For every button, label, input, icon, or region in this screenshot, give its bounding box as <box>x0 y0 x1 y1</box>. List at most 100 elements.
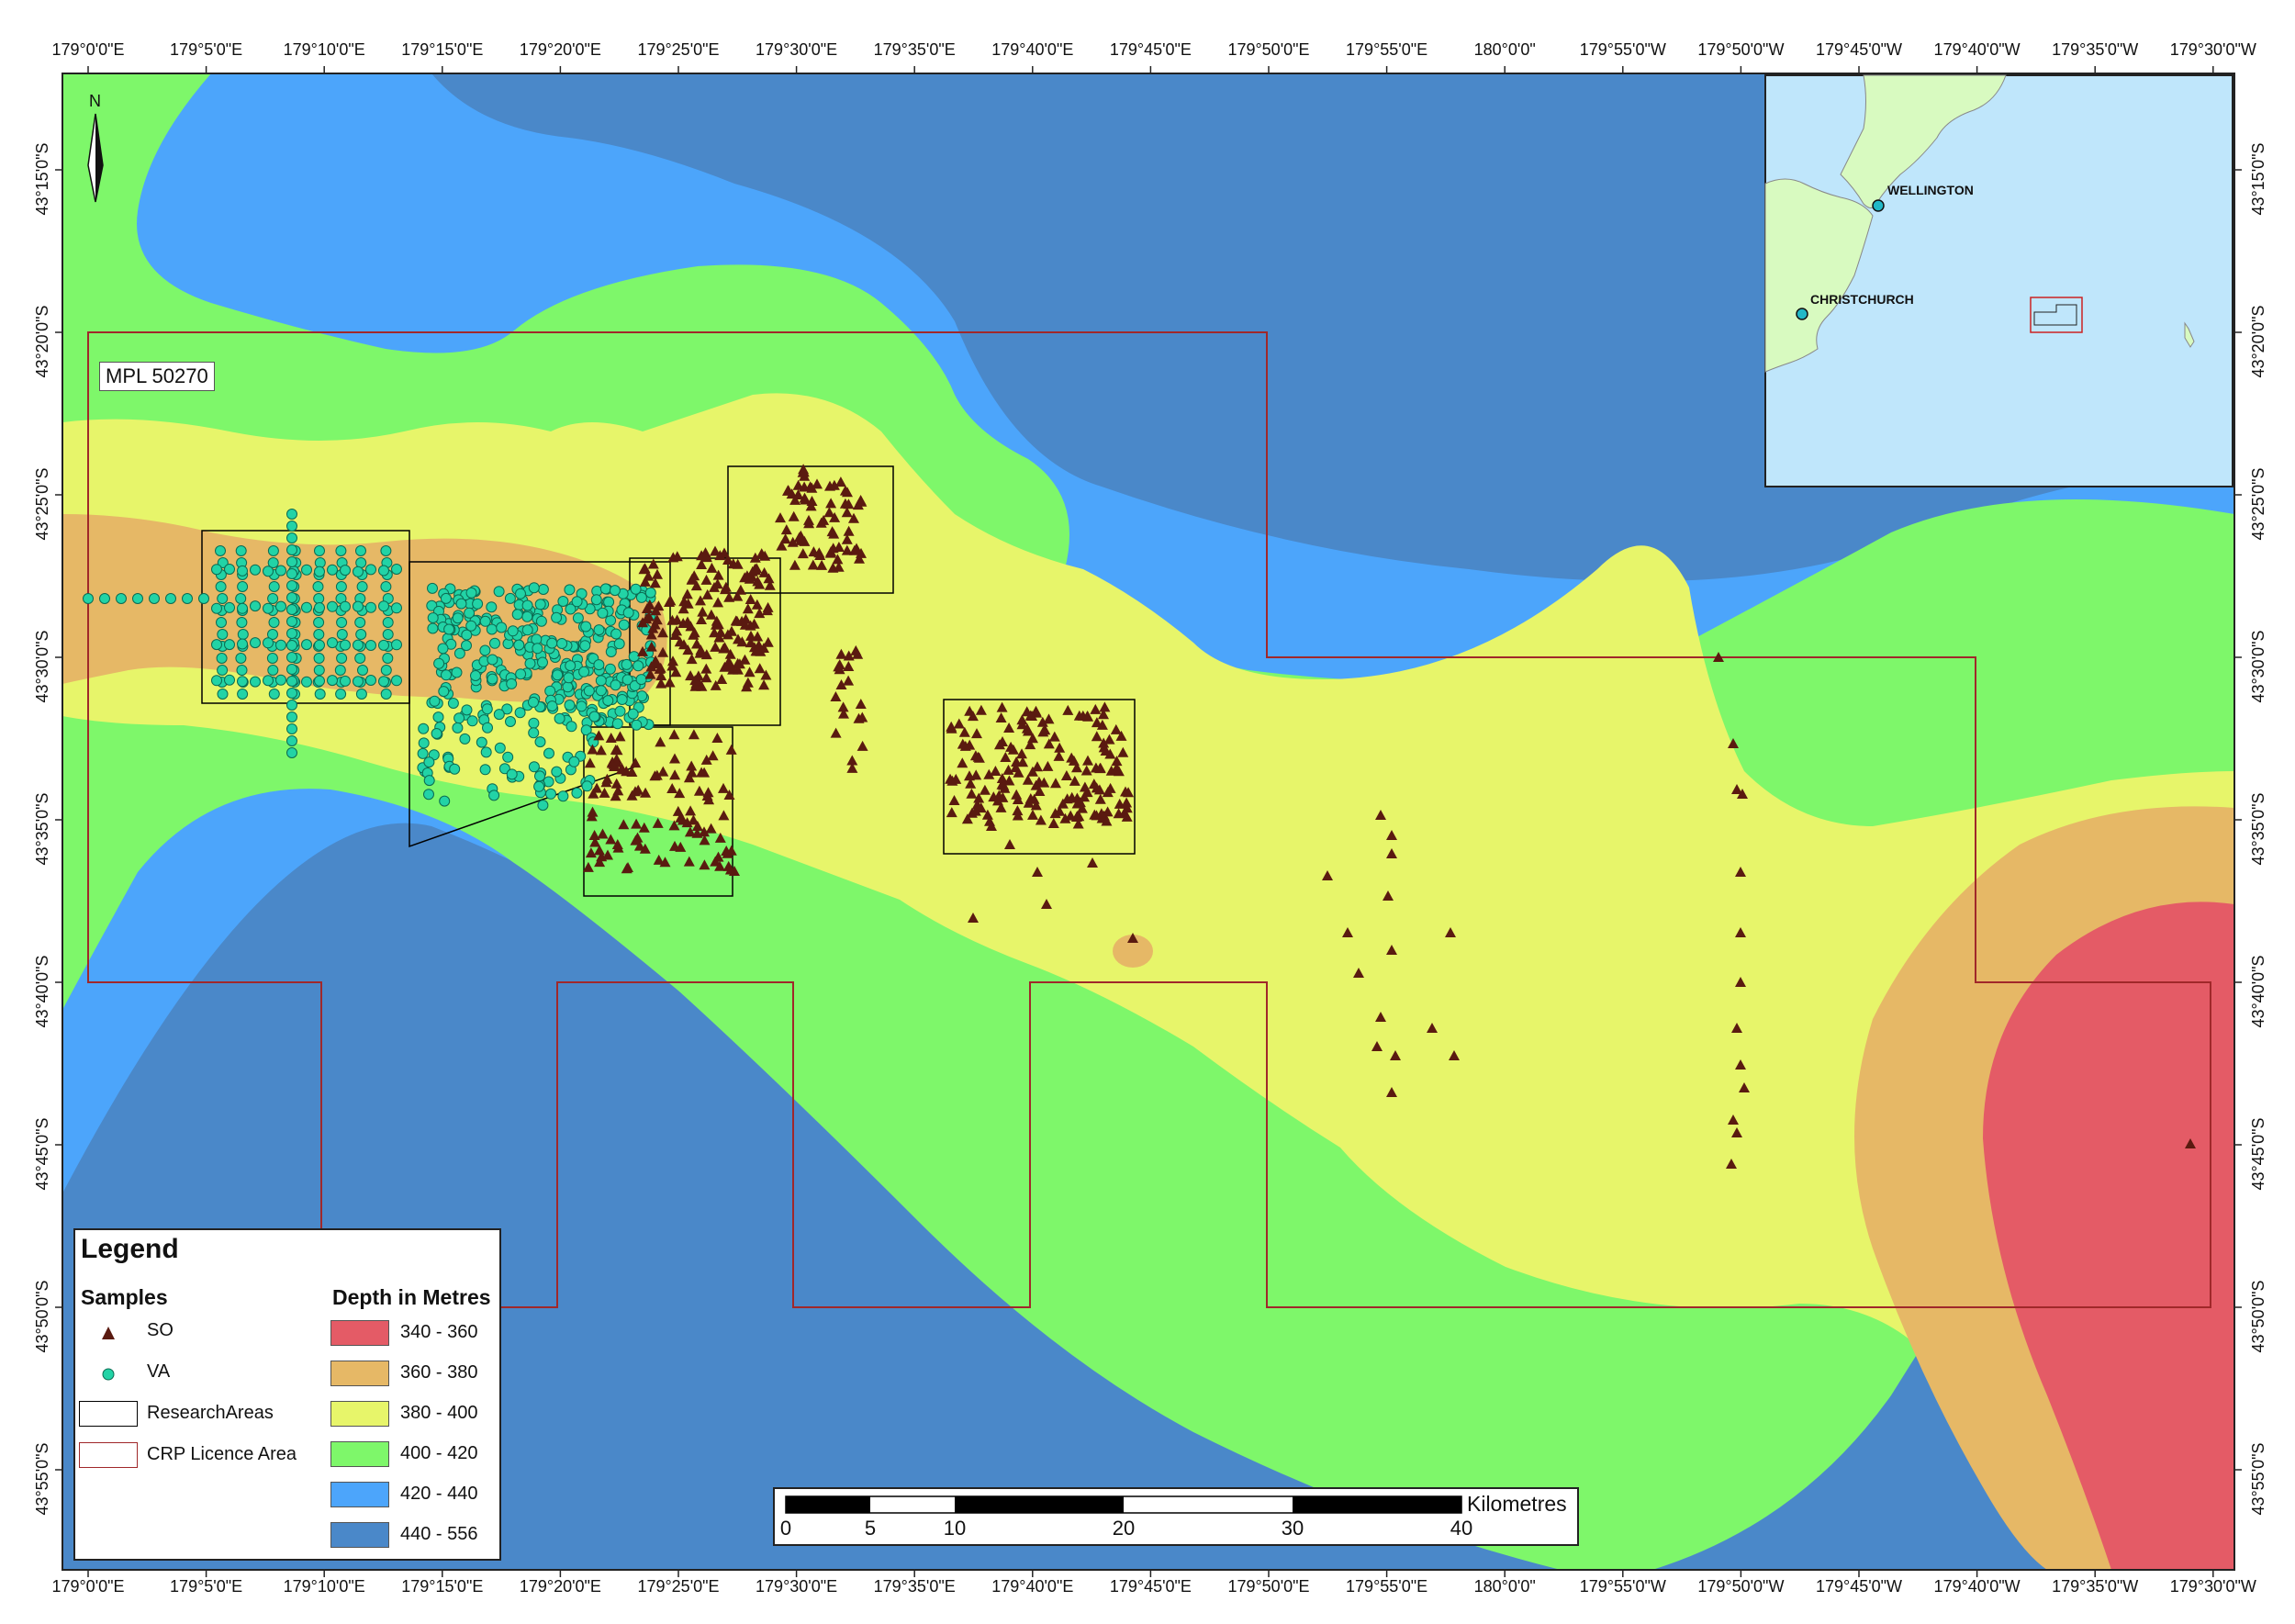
lat-tick-label: 43°55'0"S <box>33 1442 51 1516</box>
va-sample <box>515 588 526 599</box>
va-sample <box>465 587 477 599</box>
va-sample <box>149 593 160 604</box>
va-sample <box>340 600 351 612</box>
va-sample <box>313 665 325 676</box>
va-sample <box>354 617 366 628</box>
va-sample <box>482 722 493 734</box>
legend-crp-swatch <box>79 1442 138 1468</box>
va-sample <box>504 592 516 604</box>
va-sample <box>588 711 600 722</box>
va-sample <box>479 764 491 776</box>
va-sample <box>286 568 297 579</box>
lon-tick-label: 179°50'0"E <box>1227 1577 1310 1596</box>
va-sample <box>301 639 312 651</box>
va-sample <box>286 604 297 615</box>
va-sample <box>216 653 228 664</box>
legend-depth-label-380: 380 - 400 <box>400 1403 478 1423</box>
legend-depth-swatch-420 <box>330 1482 389 1507</box>
va-sample <box>301 601 312 613</box>
va-sample <box>378 600 389 612</box>
va-sample <box>506 768 518 780</box>
va-sample <box>224 639 235 651</box>
va-sample <box>266 653 278 664</box>
lon-tick-label: 179°45'0"W <box>1815 1577 1903 1596</box>
lon-tick-label: 179°35'0"W <box>2052 40 2139 59</box>
va-sample <box>486 601 498 613</box>
va-sample <box>313 593 325 604</box>
va-sample <box>286 544 297 555</box>
va-sample <box>263 566 274 577</box>
va-sample <box>314 566 325 577</box>
va-sample <box>545 788 556 800</box>
legend-depth-label-340: 340 - 360 <box>400 1322 478 1342</box>
lon-tick-label: 180°0'0" <box>1473 1577 1536 1596</box>
va-sample <box>461 704 473 716</box>
va-sample <box>382 629 394 640</box>
lon-tick-label: 179°0'0"E <box>51 40 125 59</box>
lat-tick-label: 43°40'0"S <box>2249 955 2267 1028</box>
va-sample <box>211 602 222 614</box>
va-sample <box>334 665 346 676</box>
legend-va-label: VA <box>147 1361 171 1382</box>
va-sample <box>616 694 628 705</box>
va-sample <box>459 733 471 745</box>
lat-tick-label: 43°50'0"S <box>33 1280 51 1353</box>
va-sample <box>452 612 464 624</box>
va-sample <box>99 593 110 604</box>
va-sample <box>365 640 376 651</box>
legend-depth-swatch-340 <box>330 1320 389 1346</box>
va-sample <box>605 614 617 626</box>
va-sample <box>423 789 434 801</box>
va-sample <box>521 599 533 611</box>
va-sample <box>314 689 326 700</box>
va-sample <box>590 594 602 606</box>
va-sample <box>286 556 297 567</box>
va-sample <box>250 637 261 649</box>
va-sample <box>263 637 274 649</box>
va-sample <box>380 665 392 676</box>
va-sample <box>433 657 445 669</box>
va-sample <box>613 638 625 650</box>
va-sample <box>579 640 591 652</box>
va-sample <box>354 653 366 664</box>
va-sample <box>365 675 376 686</box>
va-sample <box>479 615 491 627</box>
va-sample <box>335 545 347 556</box>
lon-tick-label: 180°0'0" <box>1473 40 1536 59</box>
lon-tick-label: 179°40'0"E <box>991 40 1074 59</box>
va-sample <box>286 628 297 639</box>
va-sample <box>515 668 527 680</box>
va-sample <box>447 698 459 709</box>
va-sample <box>437 643 449 655</box>
va-sample <box>565 721 577 733</box>
lon-tick-label: 179°50'0"W <box>1697 40 1785 59</box>
va-sample <box>224 601 235 613</box>
va-sample <box>418 722 430 734</box>
va-sample <box>380 689 392 700</box>
va-sample <box>237 629 249 640</box>
va-sample <box>355 545 366 556</box>
va-sample <box>505 716 516 727</box>
va-sample <box>439 795 451 807</box>
lat-tick-label: 43°25'0"S <box>2249 467 2267 541</box>
va-sample <box>286 711 297 722</box>
va-sample <box>353 639 364 651</box>
va-sample <box>593 659 605 671</box>
va-sample <box>605 646 617 657</box>
va-sample <box>217 593 229 604</box>
legend-samples-heading: Samples <box>81 1285 168 1309</box>
va-sample <box>571 596 583 608</box>
va-sample <box>275 674 286 686</box>
va-sample <box>546 637 558 649</box>
va-sample <box>268 617 280 628</box>
va-sample <box>528 696 539 708</box>
va-sample <box>327 564 338 576</box>
va-sample <box>528 727 540 739</box>
va-sample <box>357 665 368 676</box>
va-sample <box>391 639 402 651</box>
scale-unit: Kilometres <box>1467 1492 1567 1516</box>
va-sample <box>488 790 500 801</box>
va-sample <box>286 640 297 651</box>
va-sample <box>502 751 514 763</box>
va-sample <box>378 565 389 577</box>
